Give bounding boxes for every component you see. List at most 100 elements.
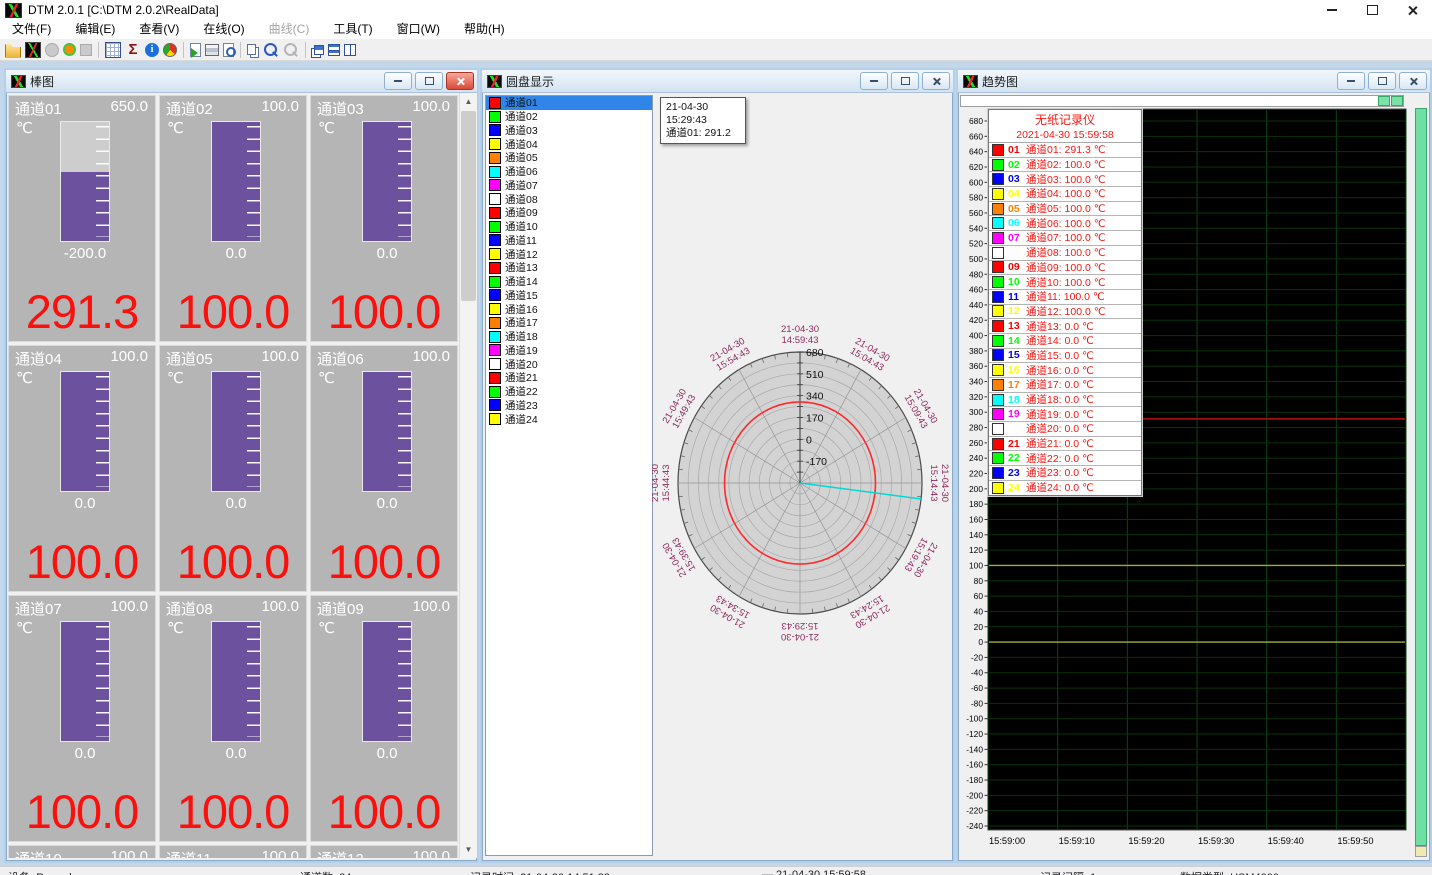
hscroll-button[interactable]	[1391, 96, 1403, 106]
scroll-down-icon[interactable]: ▼	[460, 841, 477, 858]
menu-item[interactable]: 编辑(E)	[63, 20, 127, 39]
window-maximize-button[interactable]	[1368, 72, 1396, 90]
svg-text:660: 660	[969, 131, 983, 141]
window-maximize-button[interactable]	[415, 72, 443, 90]
channel-list-item[interactable]: 通道11	[486, 234, 652, 248]
statistics-button[interactable]	[125, 42, 141, 58]
window-maximize-button[interactable]	[891, 72, 919, 90]
gauge-reading: 100.0	[9, 784, 155, 839]
toolbar-separator[interactable]	[98, 42, 99, 58]
print-button[interactable]	[205, 44, 219, 56]
svg-text:21-04-30: 21-04-30	[781, 324, 819, 335]
stop-button-disabled[interactable]	[80, 44, 92, 56]
channel-list-item[interactable]: 通道18	[486, 330, 652, 344]
channel-list-item[interactable]: 通道08	[486, 192, 652, 206]
pie-chart-button[interactable]	[163, 43, 177, 57]
svg-text:260: 260	[969, 438, 983, 448]
menu-item[interactable]: 在线(O)	[191, 20, 256, 39]
trend-window-titlebar[interactable]: 趋势图	[958, 70, 1430, 93]
record-button[interactable]	[63, 43, 76, 56]
polar-chart[interactable]: 6805103401700-17021-04-3014:59:4321-04-3…	[652, 93, 949, 858]
channel-list-item[interactable]: 通道20	[486, 357, 652, 371]
channel-list-item[interactable]: 通道22	[486, 385, 652, 399]
menu-item[interactable]: 文件(F)	[0, 20, 63, 39]
channel-label: 通道14	[505, 274, 538, 289]
channel-list-item[interactable]: 通道07	[486, 179, 652, 193]
channel-list-item[interactable]: 通道06	[486, 165, 652, 179]
bargraph-scrollbar[interactable]: ▲ ▼	[459, 93, 477, 858]
pause-button-disabled[interactable]	[45, 43, 59, 57]
maximize-icon	[425, 77, 434, 85]
gauge-max-value: 100.0	[110, 598, 148, 619]
tile-vertical-button[interactable]	[344, 44, 356, 56]
realtime-display-button[interactable]	[25, 42, 41, 58]
legend-channel-value: 通道14: 0.0 ℃	[1026, 333, 1094, 348]
hscroll-button[interactable]	[1378, 96, 1390, 106]
menu-item[interactable]: 帮助(H)	[452, 20, 517, 39]
polar-chart-area[interactable]: 6805103401700-17021-04-3014:59:4321-04-3…	[652, 93, 953, 858]
scrollbar-thumb[interactable]	[461, 111, 476, 301]
gauge-max-value: 100.0	[261, 848, 299, 858]
channel-list-item[interactable]: 通道10	[486, 220, 652, 234]
channel-color-swatch	[489, 111, 501, 123]
channel-list-item[interactable]: 通道19	[486, 344, 652, 358]
toolbar-separator[interactable]	[240, 42, 241, 58]
window-close-button[interactable]	[1399, 72, 1427, 90]
legend-color-swatch	[992, 291, 1004, 303]
svg-text:540: 540	[969, 223, 983, 233]
toolbar-separator[interactable]	[305, 42, 306, 58]
window-close-button[interactable]	[446, 72, 474, 90]
window-minimize-button[interactable]	[384, 72, 412, 90]
channel-list-item[interactable]: 通道12	[486, 247, 652, 261]
legend-row: 23 通道23: 0.0 ℃	[989, 466, 1141, 481]
info-button[interactable]	[145, 43, 159, 57]
export-button[interactable]	[190, 43, 201, 57]
legend-channel-value: 通道05: 100.0 ℃	[1026, 201, 1106, 216]
app-maximize-button[interactable]	[1352, 0, 1392, 20]
legend-channel-number: 05	[1008, 203, 1026, 215]
channel-list-item[interactable]: 通道24	[486, 412, 652, 426]
zoom-button[interactable]	[263, 42, 279, 58]
scroll-up-icon[interactable]: ▲	[460, 93, 477, 110]
window-minimize-button[interactable]	[1337, 72, 1365, 90]
channel-list-item[interactable]: 通道05	[486, 151, 652, 165]
window-close-button[interactable]	[922, 72, 950, 90]
svg-text:500: 500	[969, 254, 983, 264]
channel-list-item[interactable]: 通道02	[486, 110, 652, 124]
menu-item[interactable]: 窗口(W)	[385, 20, 452, 39]
channel-list-item[interactable]: 通道16	[486, 302, 652, 316]
channel-list-item[interactable]: 通道17	[486, 316, 652, 330]
window-minimize-button[interactable]	[860, 72, 888, 90]
copy-button[interactable]	[247, 44, 256, 55]
channel-list-item[interactable]: 通道01	[486, 96, 652, 110]
channel-list-item[interactable]: 通道15	[486, 289, 652, 303]
channel-list-item[interactable]: 通道14	[486, 275, 652, 289]
gauge-unit: ℃	[16, 369, 33, 387]
trend-scroll-corner[interactable]	[1415, 846, 1427, 857]
channel-list-item[interactable]: 通道04	[486, 137, 652, 151]
bargraph-window-titlebar[interactable]: 棒图	[6, 70, 477, 93]
channel-list-item[interactable]: 通道21	[486, 371, 652, 385]
cascade-windows-button[interactable]	[314, 45, 324, 55]
toolbar-separator[interactable]	[183, 42, 184, 58]
disk-window-titlebar[interactable]: 圆盘显示	[482, 70, 953, 93]
print-preview-button[interactable]	[223, 43, 234, 57]
channel-list-item[interactable]: 通道03	[486, 124, 652, 138]
channel-list-item[interactable]: 通道23	[486, 399, 652, 413]
trend-vscrollbar[interactable]	[1415, 108, 1427, 846]
channel-list-item[interactable]: 通道13	[486, 261, 652, 275]
menu-item[interactable]: 工具(T)	[321, 20, 384, 39]
zoom-button-disabled[interactable]	[283, 42, 299, 58]
app-minimize-button[interactable]	[1312, 0, 1352, 20]
legend-channel-number: 16	[1008, 364, 1026, 376]
channel-list-item[interactable]: 通道09	[486, 206, 652, 220]
app-close-button[interactable]	[1392, 0, 1432, 20]
trend-hscrollbar[interactable]	[960, 95, 1404, 107]
data-table-button[interactable]	[105, 42, 121, 58]
tile-horizontal-button[interactable]	[328, 44, 340, 56]
legend-channel-number: 12	[1008, 305, 1026, 317]
status-field: 记录间隔: 1	[1040, 869, 1096, 875]
menu-item[interactable]: 查看(V)	[127, 20, 191, 39]
open-file-button[interactable]	[5, 42, 21, 58]
menu-item[interactable]: 曲线(C)	[257, 20, 322, 39]
